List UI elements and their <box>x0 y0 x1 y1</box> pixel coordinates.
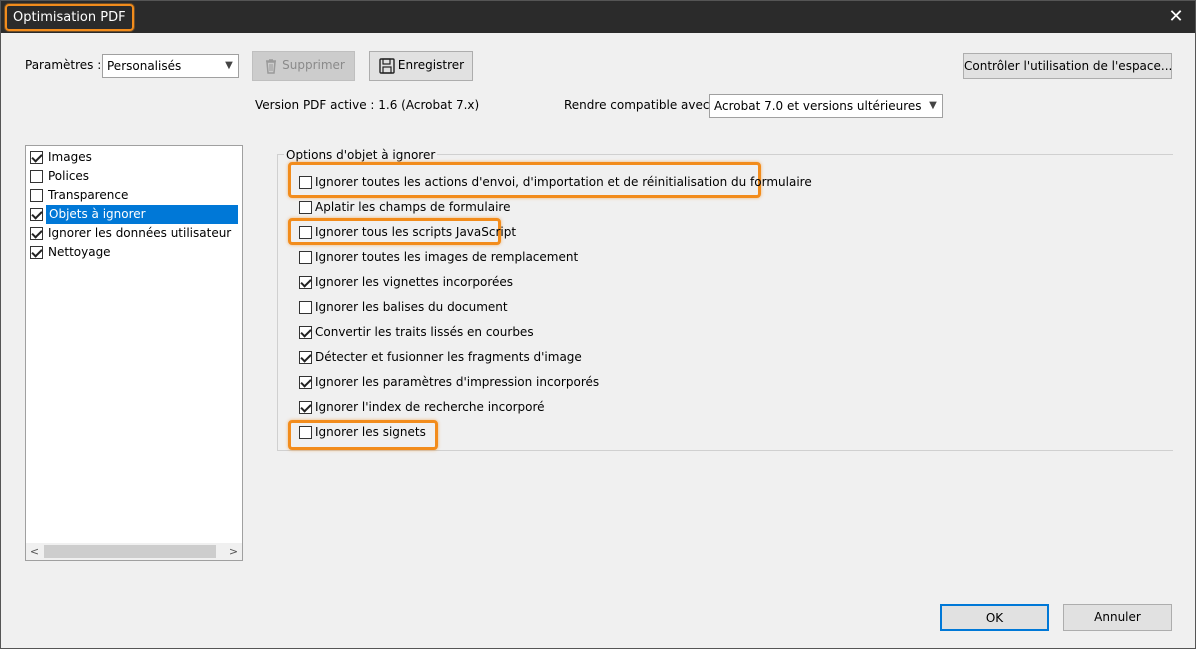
option-label: Détecter et fusionner les fragments d'im… <box>315 350 582 364</box>
option-ignore-search-index[interactable]: Ignorer l'index de recherche incorporé <box>299 398 545 416</box>
cancel-button[interactable]: Annuler <box>1063 604 1172 631</box>
option-checkbox[interactable] <box>299 401 312 414</box>
option-label: Ignorer les balises du document <box>315 300 508 314</box>
delete-button-label: Supprimer <box>282 58 345 72</box>
option-label: Ignorer tous les scripts JavaScript <box>315 225 517 239</box>
list-item-label: Polices <box>48 169 90 183</box>
option-convert-smooth-lines[interactable]: Convertir les traits lissés en courbes <box>299 323 534 341</box>
option-label: Convertir les traits lissés en courbes <box>315 325 534 339</box>
polices-checkbox[interactable] <box>30 170 43 183</box>
option-label: Ignorer toutes les images de remplacemen… <box>315 250 579 264</box>
settings-select-value: Personalisés <box>107 59 182 73</box>
scroll-right-icon[interactable]: > <box>225 543 242 560</box>
option-label: Ignorer les paramètres d'impression inco… <box>315 375 600 389</box>
transparence-checkbox[interactable] <box>30 189 43 202</box>
delete-button[interactable]: Supprimer <box>252 51 355 81</box>
scrollbar-thumb[interactable] <box>44 545 216 558</box>
save-button-label: Enregistrer <box>397 58 465 72</box>
option-label: Aplatir les champs de formulaire <box>315 200 511 214</box>
option-merge-image-fragments[interactable]: Détecter et fusionner les fragments d'im… <box>299 348 582 366</box>
list-item-donnees-utilisateur[interactable]: Ignorer les données utilisateur <box>30 224 242 243</box>
settings-select[interactable]: Personalisés ▼ <box>102 54 239 78</box>
compatibility-label: Rendre compatible avec : <box>564 98 718 112</box>
chevron-down-icon: ▼ <box>225 60 233 71</box>
list-item-nettoyage[interactable]: Nettoyage <box>30 243 242 262</box>
option-checkbox[interactable] <box>299 426 312 439</box>
option-label: Ignorer les vignettes incorporées <box>315 275 514 289</box>
settings-label: Paramètres : <box>25 58 102 72</box>
optimisation-pdf-dialog: Optimisation PDF ✕ Paramètres : Personal… <box>0 0 1196 649</box>
option-ignore-print-settings[interactable]: Ignorer les paramètres d'impression inco… <box>299 373 599 391</box>
option-checkbox[interactable] <box>299 226 312 239</box>
list-item-label: Transparence <box>48 188 129 202</box>
list-item-images[interactable]: Images <box>30 148 242 167</box>
option-label: Ignorer les signets <box>315 425 426 439</box>
option-checkbox[interactable] <box>299 376 312 389</box>
list-item-label: Objets à ignorer <box>46 205 238 224</box>
option-ignore-thumbnails[interactable]: Ignorer les vignettes incorporées <box>299 273 513 291</box>
list-item-transparence[interactable]: Transparence <box>30 186 242 205</box>
list-item-label: Nettoyage <box>48 245 111 259</box>
check-space-usage-button[interactable]: Contrôler l'utilisation de l'espace... <box>963 53 1172 79</box>
option-checkbox[interactable] <box>299 251 312 264</box>
list-item-objets-a-ignorer[interactable]: Objets à ignorer <box>30 205 242 224</box>
ok-button[interactable]: OK <box>940 604 1049 631</box>
compatibility-select[interactable]: Acrobat 7.0 et versions ultérieures ▼ <box>709 94 943 118</box>
nettoyage-checkbox[interactable] <box>30 246 43 259</box>
chevron-down-icon: ▼ <box>929 100 937 111</box>
window-title: Optimisation PDF <box>5 4 134 31</box>
option-checkbox[interactable] <box>299 326 312 339</box>
option-checkbox[interactable] <box>299 351 312 364</box>
donnees-utilisateur-checkbox[interactable] <box>30 227 43 240</box>
option-checkbox[interactable] <box>299 201 312 214</box>
close-icon[interactable]: ✕ <box>1163 5 1189 29</box>
floppy-disk-icon <box>378 57 396 75</box>
option-ignore-document-tags[interactable]: Ignorer les balises du document <box>299 298 508 316</box>
ignore-options-title: Options d'objet à ignorer <box>284 148 438 162</box>
list-item-polices[interactable]: Polices <box>30 167 242 186</box>
category-list[interactable]: Images Polices Transparence Objets à ign… <box>25 145 243 561</box>
option-label: Ignorer l'index de recherche incorporé <box>315 400 545 414</box>
option-ignore-bookmarks[interactable]: Ignorer les signets <box>299 423 426 441</box>
scroll-left-icon[interactable]: < <box>26 543 43 560</box>
option-label: Ignorer toutes les actions d'envoi, d'im… <box>315 175 812 189</box>
option-ignore-javascript[interactable]: Ignorer tous les scripts JavaScript <box>299 223 516 241</box>
option-ignore-form-actions[interactable]: Ignorer toutes les actions d'envoi, d'im… <box>299 173 812 191</box>
option-ignore-alternate-images[interactable]: Ignorer toutes les images de remplacemen… <box>299 248 578 266</box>
list-item-label: Images <box>48 150 92 164</box>
save-button[interactable]: Enregistrer <box>369 51 473 81</box>
trash-icon <box>262 57 280 75</box>
option-checkbox[interactable] <box>299 276 312 289</box>
option-flatten-form-fields[interactable]: Aplatir les champs de formulaire <box>299 198 511 216</box>
objets-a-ignorer-checkbox[interactable] <box>30 208 43 221</box>
list-item-label: Ignorer les données utilisateur <box>48 226 232 240</box>
title-bar: Optimisation PDF ✕ <box>1 1 1195 33</box>
horizontal-scrollbar[interactable]: < > <box>26 543 242 560</box>
compatibility-select-value: Acrobat 7.0 et versions ultérieures <box>714 99 922 113</box>
option-checkbox[interactable] <box>299 301 312 314</box>
pdf-version-text: Version PDF active : 1.6 (Acrobat 7.x) <box>255 98 480 112</box>
images-checkbox[interactable] <box>30 151 43 164</box>
option-checkbox[interactable] <box>299 176 312 189</box>
